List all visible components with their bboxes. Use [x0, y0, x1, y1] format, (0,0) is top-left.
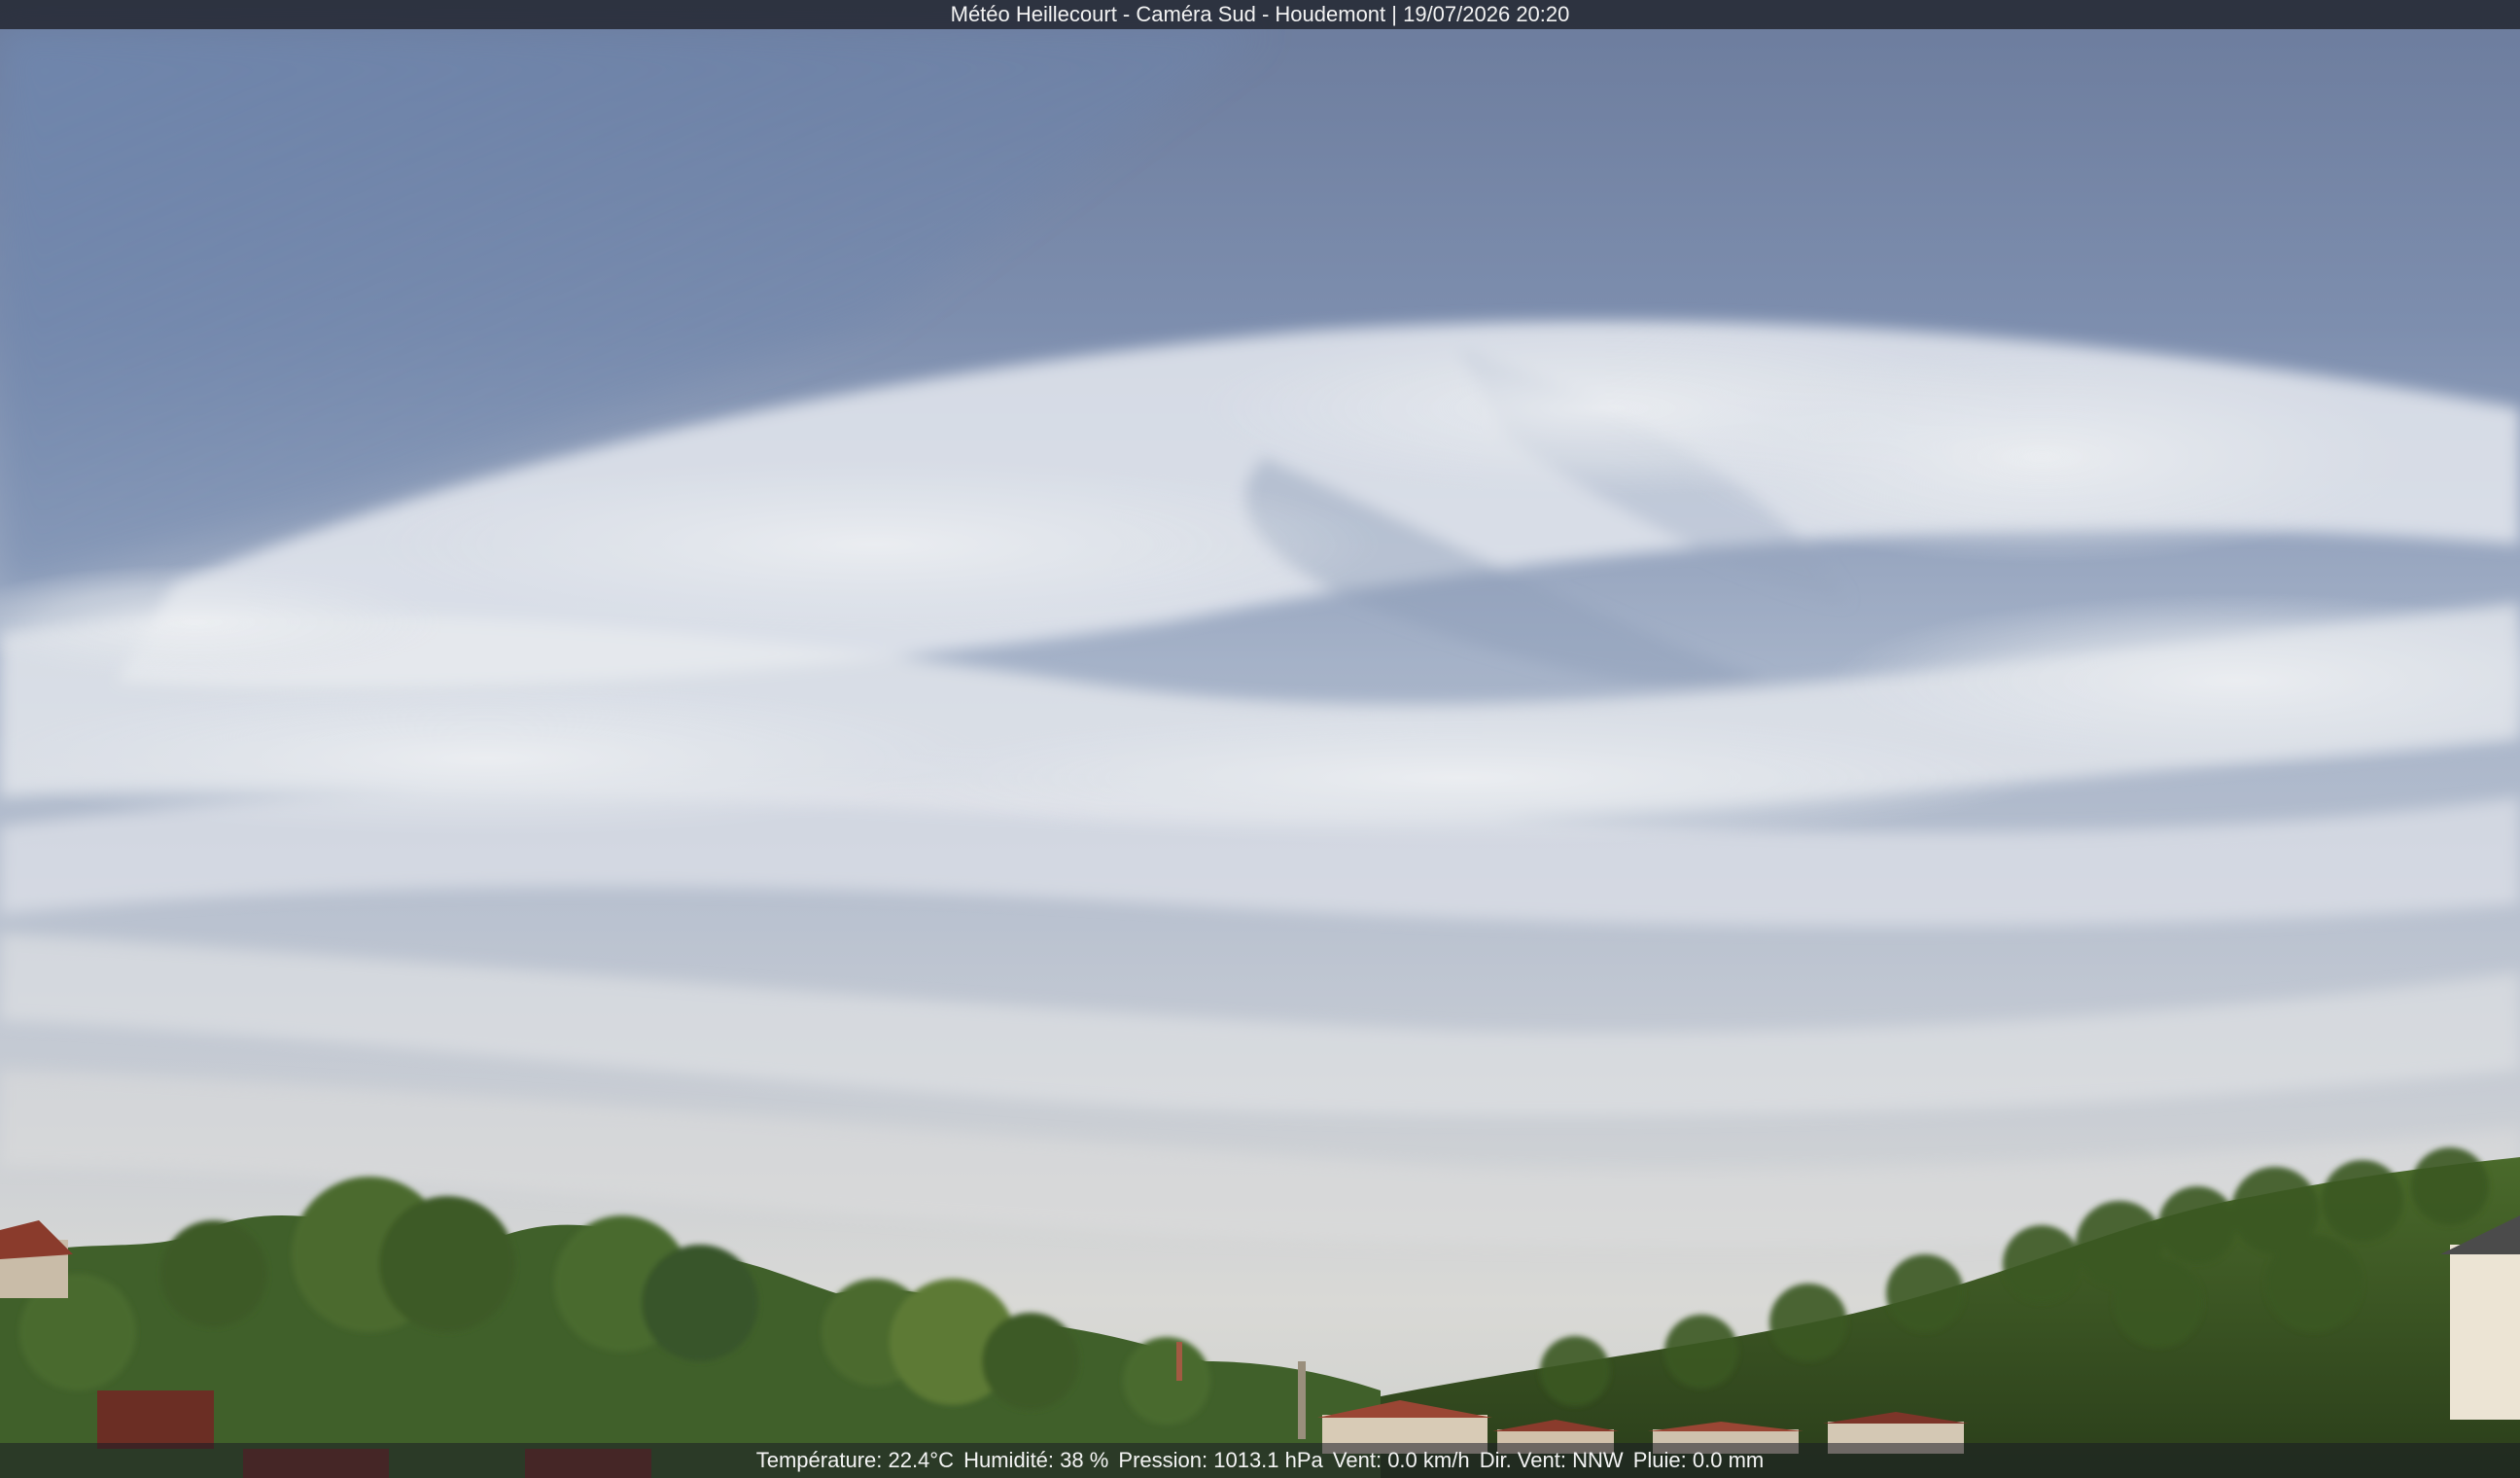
temperature-reading: Température: 22.4°C [755, 1448, 954, 1472]
camera-title: Météo Heillecourt - Caméra Sud - Houdemo… [950, 2, 1570, 26]
weather-status-bar: Température: 22.4°C Humidité: 38 % Press… [0, 1443, 2520, 1478]
rain-reading: Pluie: 0.0 mm [1632, 1448, 1765, 1472]
wind-direction-reading: Dir. Vent: NNW [1479, 1448, 1624, 1472]
wind-speed-reading: Vent: 0.0 km/h [1332, 1448, 1470, 1472]
pressure-reading: Pression: 1013.1 hPa [1118, 1448, 1323, 1472]
camera-title-bar: Météo Heillecourt - Caméra Sud - Houdemo… [0, 0, 2520, 29]
webcam-frame: Météo Heillecourt - Caméra Sud - Houdemo… [0, 0, 2520, 1478]
webcam-image [0, 0, 2520, 1478]
humidity-reading: Humidité: 38 % [963, 1448, 1109, 1472]
